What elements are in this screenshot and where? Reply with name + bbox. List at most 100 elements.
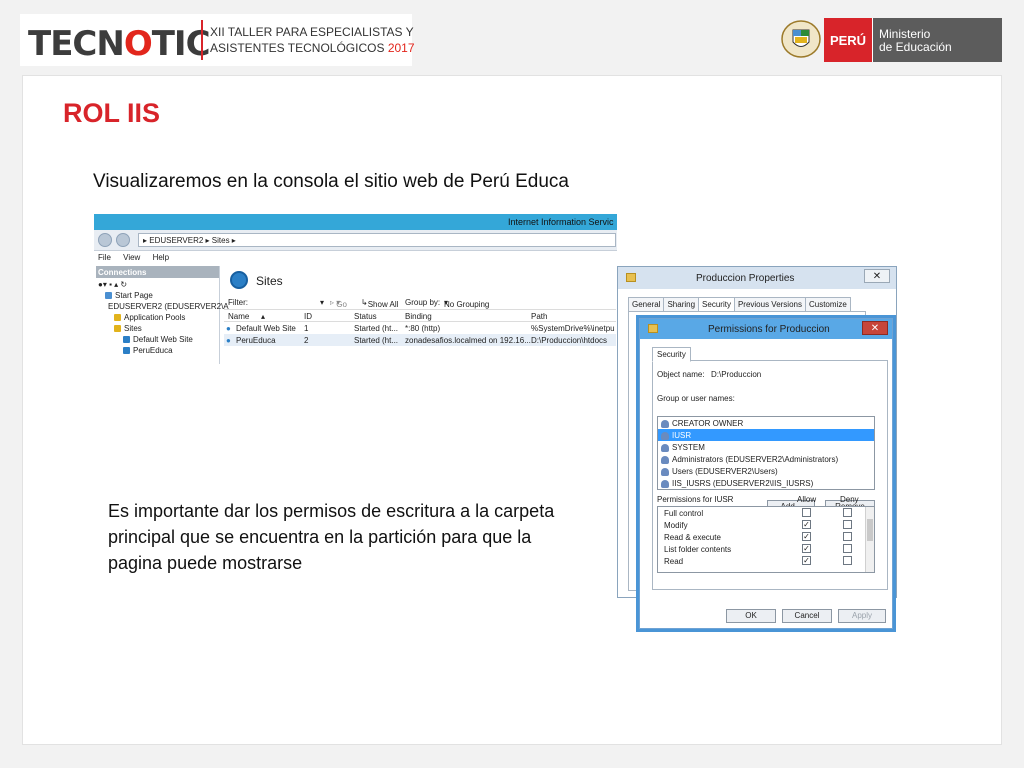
object-name-value: D:\Produccion [711,370,762,379]
sites-title: Sites [256,274,283,288]
group-by-select[interactable]: No Grouping ▾ [444,298,489,309]
filter-bar: Filter: ▾ ▹ Go ▾ ↳ Show All Group by: No… [224,296,616,310]
tree-item[interactable]: Start Page [96,290,219,301]
col-path[interactable]: Path [531,312,547,321]
menu-file[interactable]: File [98,253,111,262]
table-cell: Started (ht... [354,336,399,345]
tab-sharing[interactable]: Sharing [663,297,700,312]
permissions-rows: Full control Modify ✓ Read & execute ✓ List f… [658,507,874,567]
permissions-title: Permissions for Produccion [708,324,830,335]
permission-name: Read [664,557,684,566]
deny-checkbox[interactable] [843,520,852,529]
tree-node-icon [123,347,130,354]
list-item[interactable]: SYSTEM [658,441,874,453]
back-button[interactable] [98,233,112,247]
intro-text: Visualizaremos en la consola el sitio we… [93,171,569,192]
peru-badge: PERÚ [824,18,872,62]
col-name[interactable]: Name [228,312,249,321]
tecnotic-logo: TECNOTIC XII TALLER PARA ESPECIALISTAS Y… [20,14,415,66]
col-binding[interactable]: Binding [405,312,432,321]
table-cell: PeruEduca [236,336,276,345]
allow-checkbox[interactable]: ✓ [802,544,811,553]
tab-previous-versions[interactable]: Previous Versions [733,297,806,312]
allow-checkbox[interactable]: ✓ [802,520,811,529]
allow-checkbox[interactable] [802,508,811,517]
permissions-for-label: Permissions for IUSR [657,495,734,504]
table-row[interactable]: ● PeruEduca 2 Started (ht... zonadesafios.lo… [224,334,616,346]
list-item[interactable]: IIS_IUSRS (EDUSERVER2\IIS_IUSRS) [658,477,874,489]
deny-checkbox[interactable] [843,532,852,541]
user-group-icon [661,431,669,440]
sort-arrow-icon: ▴ [261,312,266,321]
event-title-line2: ASISTENTES TECNOLÓGICOS 2017 [210,41,415,55]
folder-icon [648,324,658,333]
tree-node-icon [114,325,121,332]
breadcrumb[interactable]: ▸ EDUSERVER2 ▸ Sites ▸ [138,233,616,247]
allow-checkbox[interactable]: ✓ [802,556,811,565]
col-status[interactable]: Status [354,312,377,321]
up-icon[interactable]: ▴ [114,280,118,289]
event-title-line1: XII TALLER PARA ESPECIALISTAS Y [210,25,414,39]
tree-item-label: EDUSERVER2 (EDUSERVER2\A [108,302,229,311]
apply-button[interactable]: Apply [838,609,886,623]
go-button[interactable]: ▹ Go ▾ [330,298,347,309]
properties-title-bar: Produccion Properties ✕ [618,267,896,289]
deny-checkbox[interactable] [843,544,852,553]
permission-row: Modify ✓ [658,519,874,531]
list-item[interactable]: Administrators (EDUSERVER2\Administrator… [658,453,874,465]
user-name: Administrators (EDUSERVER2\Administrator… [672,455,839,464]
close-icon[interactable]: ✕ [864,269,890,283]
menu-help[interactable]: Help [153,253,169,262]
tree-item[interactable]: Default Web Site [96,334,219,345]
filter-label: Filter: [228,298,248,307]
close-icon[interactable]: ✕ [862,321,888,335]
tree-item-label: Default Web Site [133,335,193,344]
tree-item[interactable]: Application Pools [96,312,219,323]
table-cell: Started (ht... [354,324,399,333]
site-globe-icon: ● [226,336,231,345]
tree-item[interactable]: Sites [96,323,219,334]
tree-item[interactable]: PeruEduca [96,345,219,356]
tecnotic-wordmark: TECNOTIC [28,24,211,64]
deny-checkbox[interactable] [843,556,852,565]
list-item[interactable]: Users (EDUSERVER2\Users) [658,465,874,477]
forward-button[interactable] [116,233,130,247]
sites-grid-header: Name ▴ ID Status Binding Path [224,310,616,322]
list-item[interactable]: CREATOR OWNER [658,417,874,429]
tab-security[interactable]: Security [698,297,735,312]
col-id[interactable]: ID [304,312,312,321]
permission-row: Full control [658,507,874,519]
permissions-scrollbar[interactable] [865,507,874,572]
tree-item[interactable]: EDUSERVER2 (EDUSERVER2\A [96,301,229,312]
filter-dropdown-icon[interactable]: ▾ [320,298,324,307]
tab-general[interactable]: General [628,297,665,312]
allow-column-label: Allow [797,495,817,504]
allow-checkbox[interactable]: ✓ [802,532,811,541]
list-item[interactable]: IUSR [658,429,874,441]
scrollbar-thumb[interactable] [867,519,873,541]
folder-icon [626,273,636,282]
show-all-button[interactable]: ↳ Show All [361,298,398,309]
user-name: IIS_IUSRS (EDUSERVER2\IIS_IUSRS) [672,479,814,488]
sites-header: Sites [224,266,616,296]
tab-customize[interactable]: Customize [804,297,851,312]
refresh-icon[interactable]: ↻ [120,280,127,289]
body-text: Es importante dar los permisos de escrit… [108,501,555,573]
connect-icon[interactable]: ●▾ [98,280,107,289]
save-icon[interactable]: ▪ [109,280,112,289]
connections-tree: Start Page EDUSERVER2 (EDUSERVER2\A Applic… [96,290,229,356]
deny-checkbox[interactable] [843,508,852,517]
cancel-button[interactable]: Cancel [782,609,832,623]
iis-manager-screenshot: Internet Information Servic ▸ EDUSERVER2… [94,214,617,364]
table-row[interactable]: ● Default Web Site 1 Started (ht... *:80 (ht… [224,322,616,334]
permission-name: Read & execute [664,533,721,542]
ok-button[interactable]: OK [726,609,776,623]
user-group-icon [661,467,669,476]
user-name: CREATOR OWNER [672,419,744,428]
tab-security[interactable]: Security [652,347,691,362]
menu-view[interactable]: View [123,253,140,262]
logo-divider [201,20,203,60]
tree-node-icon [114,314,121,321]
user-group-icon [661,443,669,452]
user-group-icon [661,419,669,428]
